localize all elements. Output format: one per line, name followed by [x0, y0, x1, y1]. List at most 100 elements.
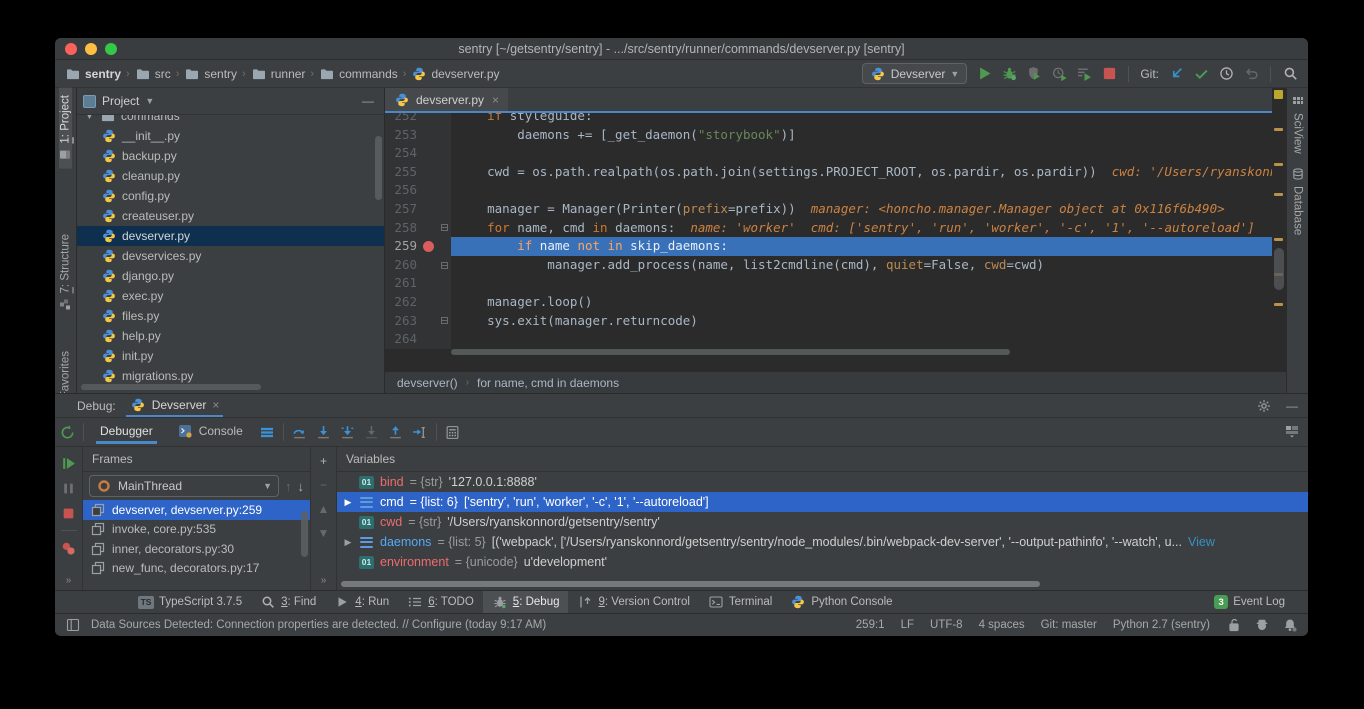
- frame-item[interactable]: invoke, core.py:535: [83, 520, 310, 540]
- view-link[interactable]: View: [1188, 535, 1215, 549]
- debug-tab-debugger[interactable]: Debugger: [92, 420, 161, 444]
- resume-icon[interactable]: [61, 455, 77, 471]
- bell-gear-icon[interactable]: [1282, 617, 1298, 633]
- toolwindow-button-Event-Log[interactable]: 3Event Log: [1205, 591, 1294, 614]
- incognito-icon[interactable]: [1254, 617, 1270, 633]
- lock-open-icon[interactable]: [1226, 617, 1242, 633]
- fold-marker-icon[interactable]: [441, 224, 448, 231]
- close-tab-icon[interactable]: ×: [492, 93, 499, 107]
- variable-row-cwd[interactable]: 01cwd= {str}'/Users/ryanskonnord/getsent…: [337, 512, 1308, 532]
- add-watch-button[interactable]: +: [320, 454, 327, 468]
- debug-bug-icon[interactable]: [1001, 66, 1017, 82]
- code-line-257[interactable]: 257 manager = Manager(Printer(prefix=pre…: [385, 200, 1286, 219]
- zoom-window-button[interactable]: [105, 43, 117, 55]
- status-segment-Git-master[interactable]: Git: master: [1041, 619, 1097, 631]
- stop-red-icon[interactable]: [61, 505, 77, 521]
- project-scrollbar-vertical[interactable]: [375, 136, 382, 200]
- tree-folder-commands[interactable]: ▼commands: [77, 115, 384, 126]
- fold-marker-icon[interactable]: [441, 262, 448, 269]
- frame-up-button[interactable]: ↑: [285, 479, 292, 494]
- code-line-255[interactable]: 255 cwd = os.path.realpath(os.path.join(…: [385, 163, 1286, 182]
- variable-row-daemons[interactable]: ▶daemons= {list: 5}[('webpack', ['/Users…: [337, 532, 1308, 552]
- rerun-debug-icon[interactable]: [59, 424, 75, 440]
- debug-tab-console[interactable]: Console: [169, 419, 251, 445]
- step-out-icon[interactable]: [388, 424, 404, 440]
- expand-icon[interactable]: ▶: [343, 537, 353, 548]
- run-to-cursor-icon[interactable]: [412, 424, 428, 440]
- tree-file-backup.py[interactable]: backup.py: [77, 146, 384, 166]
- expand-icon[interactable]: ▶: [343, 497, 353, 508]
- tree-file-exec.py[interactable]: exec.py: [77, 286, 384, 306]
- toolwindow-toggle-icon[interactable]: [65, 617, 81, 633]
- hide-panel-button[interactable]: —: [358, 94, 378, 108]
- pause-icon[interactable]: [61, 480, 77, 496]
- toolwindow-button-3-Find[interactable]: 3: Find: [251, 591, 325, 614]
- remove-watch-button[interactable]: −: [320, 478, 327, 492]
- frame-item[interactable]: new_func, decorators.py:17: [83, 559, 310, 579]
- code-line-260[interactable]: 260 manager.add_process(name, list2cmdli…: [385, 256, 1286, 275]
- code-line-254[interactable]: 254: [385, 144, 1286, 163]
- debug-session-tab[interactable]: Devserver ×: [126, 394, 224, 417]
- git-update-icon[interactable]: [1168, 66, 1184, 82]
- status-segment-4-spaces[interactable]: 4 spaces: [979, 619, 1025, 631]
- breadcrumb-item-src[interactable]: src: [135, 66, 171, 82]
- code-line-262[interactable]: 262 manager.loop(): [385, 293, 1286, 312]
- tree-file-devservices.py[interactable]: devservices.py: [77, 246, 384, 266]
- status-segment-LF[interactable]: LF: [901, 619, 914, 631]
- status-segment-259-1[interactable]: 259:1: [856, 619, 885, 631]
- stop-icon[interactable]: [1101, 66, 1117, 82]
- project-scrollbar-horizontal[interactable]: [81, 384, 261, 390]
- breadcrumb-statement[interactable]: for name, cmd in daemons: [477, 376, 619, 390]
- gear-icon[interactable]: [1256, 398, 1272, 414]
- editor-scrollbar-vertical[interactable]: [1274, 248, 1284, 290]
- coverage-icon[interactable]: [1026, 66, 1042, 82]
- tool-strip-tab-1-Project[interactable]: 1: Project: [59, 88, 72, 169]
- code-line-252[interactable]: 252 if styleguide:: [385, 113, 1286, 126]
- breadcrumb-item-devserver.py[interactable]: devserver.py: [411, 66, 499, 82]
- editor-error-stripe[interactable]: [1272, 88, 1286, 357]
- tree-file-django.py[interactable]: django.py: [77, 266, 384, 286]
- tree-file-cleanup.py[interactable]: cleanup.py: [77, 166, 384, 186]
- status-segment-Python-2-7-sentry-[interactable]: Python 2.7 (sentry): [1113, 619, 1210, 631]
- variable-row-environment[interactable]: 01environment= {unicode}u'development': [337, 552, 1308, 572]
- minimize-window-button[interactable]: [85, 43, 97, 55]
- breadcrumb-item-sentry[interactable]: sentry: [65, 66, 121, 82]
- frame-item[interactable]: devserver, devserver.py:259: [83, 500, 310, 520]
- breadcrumb-function[interactable]: devserver(): [397, 376, 458, 390]
- git-commit-icon[interactable]: [1193, 66, 1209, 82]
- tree-file-__init__.py[interactable]: __init__.py: [77, 126, 384, 146]
- tree-file-devserver.py[interactable]: devserver.py: [77, 226, 384, 246]
- view-breakpoints-icon[interactable]: [61, 540, 77, 556]
- toolwindow-button-TypeScript-3-7-5[interactable]: TSTypeScript 3.7.5: [129, 591, 251, 614]
- tree-file-migrations.py[interactable]: migrations.py: [77, 366, 384, 386]
- toolwindow-button-9-Version-Control[interactable]: 9: Version Control: [568, 591, 698, 614]
- code-editor[interactable]: 252 if styleguide:253 daemons += [_get_d…: [385, 113, 1286, 357]
- search-icon[interactable]: [1282, 66, 1298, 82]
- toolwindow-button-4-Run[interactable]: 4: Run: [325, 591, 398, 614]
- toolwindow-button-6-TODO[interactable]: 6: TODO: [398, 591, 483, 614]
- tree-file-files.py[interactable]: files.py: [77, 306, 384, 326]
- tool-strip-tab-SciView[interactable]: SciView: [1291, 88, 1304, 161]
- variable-row-cmd[interactable]: ▶cmd= {list: 6}['sentry', 'run', 'worker…: [337, 492, 1308, 512]
- code-line-264[interactable]: 264: [385, 330, 1286, 349]
- run-icon[interactable]: [976, 66, 992, 82]
- code-line-263[interactable]: 263 sys.exit(manager.returncode): [385, 312, 1286, 331]
- close-tab-icon[interactable]: ×: [212, 398, 219, 412]
- evaluate-expression-icon[interactable]: [445, 424, 461, 440]
- step-over-icon[interactable]: [292, 424, 308, 440]
- breakpoint-icon[interactable]: [423, 241, 434, 252]
- editor-scrollbar-horizontal[interactable]: [451, 349, 1010, 355]
- fold-marker-icon[interactable]: [441, 317, 448, 324]
- editor-tab-devserver[interactable]: devserver.py ×: [385, 88, 508, 111]
- more-icon[interactable]: »: [66, 575, 72, 586]
- more-icon[interactable]: »: [321, 575, 327, 586]
- close-window-button[interactable]: [65, 43, 77, 55]
- code-line-256[interactable]: 256: [385, 181, 1286, 200]
- tree-file-help.py[interactable]: help.py: [77, 326, 384, 346]
- code-line-261[interactable]: 261: [385, 274, 1286, 293]
- tree-file-createuser.py[interactable]: createuser.py: [77, 206, 384, 226]
- move-up-button[interactable]: ▲: [318, 502, 330, 516]
- tool-strip-tab-7-Structure[interactable]: 7: Structure: [59, 227, 72, 318]
- hide-debug-panel-button[interactable]: —: [1286, 399, 1298, 413]
- frame-item[interactable]: inner, decorators.py:30: [83, 539, 310, 559]
